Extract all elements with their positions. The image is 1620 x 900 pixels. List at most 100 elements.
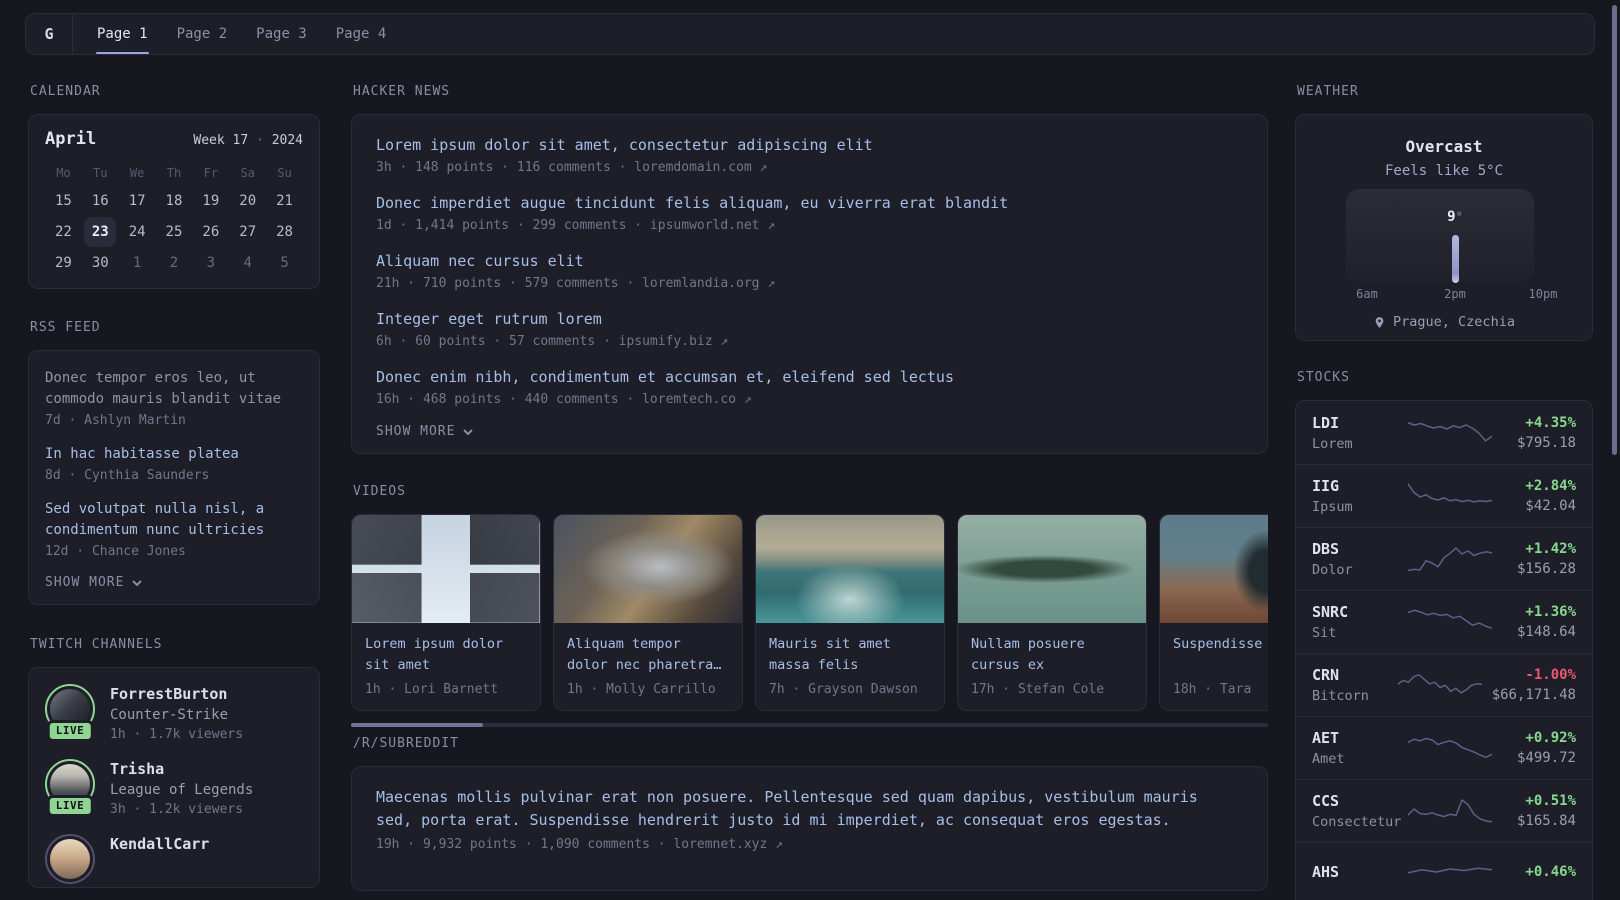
video-title[interactable]: Lorem ipsum dolor sit amet consectetu… bbox=[365, 634, 527, 676]
video-title[interactable]: Nullam posuere cursus ex bbox=[971, 634, 1133, 676]
stock-symbol: CRN bbox=[1312, 666, 1340, 684]
video-thumbnail[interactable] bbox=[958, 515, 1146, 623]
weather-bar-fill bbox=[1430, 255, 1437, 283]
video-thumbnail[interactable] bbox=[554, 515, 742, 623]
video-card[interactable]: Mauris sit amet massa felis 7h · Grayson… bbox=[755, 514, 945, 711]
calendar-month: April bbox=[45, 129, 97, 149]
avatar-ring bbox=[45, 834, 95, 884]
hackernews-item-title[interactable]: Donec imperdiet augue tincidunt felis al… bbox=[376, 192, 1243, 214]
nav-tab[interactable]: Page 2 bbox=[176, 14, 229, 54]
hackernews-item-title[interactable]: Aliquam nec cursus elit bbox=[376, 250, 1243, 272]
video-title[interactable]: Aliquam tempor dolor nec pharetra… bbox=[567, 634, 729, 676]
weather-bar-fill bbox=[1540, 255, 1547, 283]
weather-bar bbox=[1378, 191, 1400, 303]
video-thumbnail[interactable] bbox=[352, 515, 540, 623]
stock-row[interactable]: CRN Bitcorn -1.00% $66,171.48 bbox=[1296, 653, 1592, 716]
video-thumbnail[interactable] bbox=[756, 515, 944, 623]
carousel-scrollbar-track[interactable] bbox=[351, 723, 1268, 727]
video-card[interactable]: Lorem ipsum dolor sit amet consectetu… 1… bbox=[351, 514, 541, 711]
calendar-weekday-row: Mo Tu We Th Fr Sa Su bbox=[45, 162, 303, 186]
page-scrollbar[interactable] bbox=[1612, 5, 1617, 455]
calendar-day: 25 bbox=[165, 224, 183, 240]
nav-tab-label: Page 4 bbox=[335, 26, 387, 42]
subreddit-post-meta[interactable]: 19h · 9,932 points · 1,090 comments · lo… bbox=[376, 837, 1243, 852]
twitch-channel-row[interactable]: KendallCarr bbox=[45, 834, 303, 884]
hackernews-item-meta[interactable]: 6h · 60 points · 57 comments · ipsumify.… bbox=[376, 334, 1243, 349]
rss-item-title[interactable]: Donec tempor eros leo, ut commodo mauris… bbox=[45, 368, 303, 410]
nav-tab[interactable]: Page 4 bbox=[335, 14, 388, 54]
stock-row[interactable]: AHS +0.46% bbox=[1296, 842, 1592, 900]
twitch-channel-row[interactable]: LIVE Trisha League of Legends 3h · 1.2k … bbox=[45, 759, 303, 817]
hackernews-item-meta[interactable]: 1d · 1,414 points · 299 comments · ipsum… bbox=[376, 218, 1243, 233]
weather-bar-fill bbox=[1562, 263, 1569, 283]
channel-name[interactable]: Trisha bbox=[110, 760, 253, 778]
stock-row[interactable]: CCS Consectetur +0.51% $165.84 bbox=[1296, 779, 1592, 842]
stock-company: Sit bbox=[1312, 625, 1337, 641]
subreddit-widget: Maecenas mollis pulvinar erat non posuer… bbox=[351, 766, 1268, 891]
nav-tab[interactable]: Page 3 bbox=[255, 14, 308, 54]
current-temperature: 9° bbox=[1447, 209, 1463, 225]
weather-bar bbox=[1400, 191, 1422, 303]
video-title[interactable]: Mauris sit amet massa felis bbox=[769, 634, 931, 676]
weather-bar-fill bbox=[1518, 235, 1525, 283]
stock-symbol: IIG bbox=[1312, 477, 1340, 495]
weekday-label: We bbox=[129, 166, 145, 180]
weather-bar bbox=[1312, 191, 1334, 303]
rss-item-title[interactable]: Sed volutpat nulla nisl, a condimentum n… bbox=[45, 499, 303, 541]
weather-bar-fill bbox=[1364, 264, 1371, 283]
stock-row[interactable]: AET Amet +0.92% $499.72 bbox=[1296, 716, 1592, 779]
hackernews-section-title: HACKER NEWS bbox=[353, 84, 451, 99]
nav-tab[interactable]: Page 1 bbox=[96, 14, 149, 54]
weekday-label: Fr bbox=[203, 166, 219, 180]
video-card[interactable]: Aliquam tempor dolor nec pharetra… 1h · … bbox=[553, 514, 743, 711]
rss-item-meta: 12d · Chance Jones bbox=[45, 544, 186, 559]
weather-bar: 6am bbox=[1356, 191, 1378, 303]
hackernews-item-meta[interactable]: 3h · 148 points · 116 comments · loremdo… bbox=[376, 160, 1243, 175]
rss-item-title[interactable]: In hac habitasse platea bbox=[45, 444, 303, 465]
rss-show-more-button[interactable]: SHOW MORE bbox=[45, 575, 143, 590]
channel-name[interactable]: KendallCarr bbox=[110, 835, 209, 853]
stock-change: +1.42% bbox=[1525, 541, 1576, 557]
rss-item-meta: 7d · Ashlyn Martin bbox=[45, 413, 186, 428]
hackernews-item-title[interactable]: Integer eget rutrum lorem bbox=[376, 308, 1243, 330]
live-badge: LIVE bbox=[46, 795, 94, 817]
calendar-day: 5 bbox=[280, 255, 289, 271]
weather-hour-label: 2pm bbox=[1444, 287, 1466, 301]
stock-row[interactable]: SNRC Sit +1.36% $148.64 bbox=[1296, 590, 1592, 653]
stock-price: $66,171.48 bbox=[1491, 687, 1576, 703]
stock-price: $148.64 bbox=[1516, 624, 1576, 640]
hackernews-item-title[interactable]: Lorem ipsum dolor sit amet, consectetur … bbox=[376, 134, 1243, 156]
weather-bar-fill bbox=[1408, 255, 1415, 283]
nav-tab-label: Page 1 bbox=[97, 26, 148, 42]
stock-price: $165.84 bbox=[1516, 813, 1576, 829]
twitch-section-title: TWITCH CHANNELS bbox=[30, 637, 163, 652]
weather-bar-fill bbox=[1386, 264, 1393, 283]
channel-name[interactable]: ForrestBurton bbox=[110, 685, 243, 703]
calendar-day: 4 bbox=[243, 255, 252, 271]
calendar-day: 3 bbox=[206, 255, 216, 271]
stock-sparkline bbox=[1408, 737, 1492, 759]
video-card[interactable]: Suspendisse diam 18h · Tara bbox=[1159, 514, 1268, 711]
video-card[interactable]: Nullam posuere cursus ex 17h · Stefan Co… bbox=[957, 514, 1147, 711]
stock-symbol: SNRC bbox=[1312, 603, 1349, 621]
video-thumbnail[interactable] bbox=[1160, 515, 1268, 623]
carousel-scrollbar-thumb[interactable] bbox=[351, 723, 483, 727]
avatar bbox=[50, 839, 90, 879]
stock-row[interactable]: LDI Lorem +4.35% $795.18 bbox=[1296, 401, 1592, 464]
weekday-label: Su bbox=[277, 166, 292, 180]
hackernews-item-meta[interactable]: 21h · 710 points · 579 comments · loreml… bbox=[376, 276, 1243, 291]
hackernews-show-more-button[interactable]: SHOW MORE bbox=[376, 424, 474, 439]
hackernews-item-title[interactable]: Donec enim nibh, condimentum et accumsan… bbox=[376, 366, 1243, 388]
weather-widget: Overcast Feels like 5°C 6am 9° 2pm 10pm … bbox=[1295, 114, 1593, 341]
weather-feels-like: Feels like 5°C bbox=[1384, 163, 1503, 179]
weather-bar-fill bbox=[1474, 223, 1481, 283]
video-meta: 18h · Tara bbox=[1173, 682, 1252, 697]
hackernews-item-meta[interactable]: 16h · 468 points · 440 comments · loremt… bbox=[376, 392, 1243, 407]
stock-row[interactable]: DBS Dolor +1.42% $156.28 bbox=[1296, 527, 1592, 590]
stock-change: +1.36% bbox=[1525, 604, 1576, 620]
app-logo[interactable]: G bbox=[26, 14, 73, 54]
stock-row[interactable]: IIG Ipsum +2.84% $42.04 bbox=[1296, 464, 1592, 527]
twitch-channel-row[interactable]: LIVE ForrestBurton Counter-Strike 1h · 1… bbox=[45, 684, 303, 742]
subreddit-post-title[interactable]: Maecenas mollis pulvinar erat non posuer… bbox=[376, 786, 1236, 832]
video-title[interactable]: Suspendisse diam bbox=[1173, 634, 1268, 676]
